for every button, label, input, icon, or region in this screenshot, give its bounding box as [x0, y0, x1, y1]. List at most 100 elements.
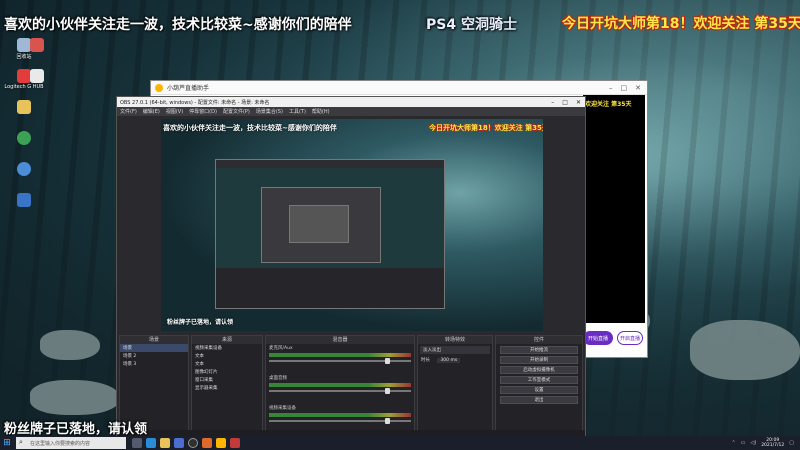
- source-item[interactable]: 显示器采集: [192, 384, 262, 392]
- desktop-icon-app[interactable]: [0, 129, 48, 160]
- task-view-icon[interactable]: [132, 438, 142, 448]
- start-live-button[interactable]: 开始直播: [583, 331, 613, 345]
- duration-input[interactable]: 300 ms: [437, 358, 461, 363]
- volume-knob[interactable]: [385, 418, 391, 424]
- start-streaming-button[interactable]: 开始推流: [500, 346, 578, 354]
- taskbar: ⊞ ⌕ 在这里输入你要搜索的内容 ⌃ ▭ ◁) 20:09 2021/7/12 …: [0, 436, 800, 450]
- app-icon: [30, 69, 44, 83]
- close-icon[interactable]: ✕: [635, 84, 641, 92]
- minimize-icon[interactable]: –: [609, 84, 613, 92]
- volume-slider[interactable]: [269, 418, 411, 424]
- transitions-dock: 转场特效 淡入淡出 时长 300 ms: [417, 335, 493, 437]
- settings-button[interactable]: 设置: [500, 386, 578, 394]
- stream-overlay-game-title: PS4 空洞骑士: [426, 17, 517, 33]
- maximize-icon[interactable]: □: [621, 84, 628, 92]
- audio-mixer-dock: 混音器 麦克风/Aux 桌面音频 视频采集设备: [265, 335, 415, 437]
- menu-item-scene-collection[interactable]: 场景集合(S): [256, 108, 283, 115]
- assistant-title: 小葫芦直播助手: [167, 85, 210, 92]
- source-item[interactable]: 视频采集设备: [192, 344, 262, 352]
- taskbar-clock[interactable]: 20:09 2021/7/12: [761, 438, 784, 448]
- app-icon: [30, 38, 44, 52]
- sources-dock-title: 来源: [192, 336, 262, 344]
- menu-item-edit[interactable]: 编辑(E): [143, 108, 160, 115]
- assistant-preview-text: 欢迎关注 第35天: [585, 101, 632, 108]
- desktop-icons-column-2: [26, 36, 48, 98]
- open-live-button[interactable]: 开启直播: [617, 331, 643, 345]
- desktop-icon-folder[interactable]: [0, 98, 48, 129]
- maximize-icon[interactable]: □: [562, 99, 568, 106]
- obs-preview-canvas[interactable]: 喜欢的小伙伴关注走一波，技术比较菜~感谢你们的陪伴 今日开坑大师第18！欢迎关注…: [161, 119, 543, 331]
- edge-icon[interactable]: [146, 438, 156, 448]
- app-icon[interactable]: [202, 438, 212, 448]
- desktop-icon-app[interactable]: [0, 191, 48, 222]
- sources-dock: 来源 视频采集设备 文本 文本 图像幻灯片 窗口采集 显示器采集: [191, 335, 263, 437]
- virtual-camera-button[interactable]: 启动虚拟摄像机: [500, 366, 578, 374]
- stream-overlay-top-left: 喜欢的小伙伴关注走一波，技术比较菜~感谢你们的陪伴: [4, 17, 352, 33]
- preview-overlay-top-left: 喜欢的小伙伴关注走一波，技术比较菜~感谢你们的陪伴: [163, 124, 337, 132]
- scenes-dock-title: 场景: [120, 336, 188, 344]
- volume-knob[interactable]: [385, 388, 391, 394]
- assistant-preview: 欢迎关注 第35天: [583, 95, 645, 323]
- transition-select[interactable]: 淡入淡出: [420, 346, 490, 354]
- start-recording-button[interactable]: 开始录制: [500, 356, 578, 364]
- menu-item-profile[interactable]: 配置文件(P): [223, 108, 250, 115]
- volume-icon[interactable]: ◁): [750, 440, 756, 446]
- scene-item[interactable]: 场景 3: [120, 360, 188, 368]
- menu-item-docks[interactable]: 停靠窗口(D): [189, 108, 217, 115]
- mixer-dock-title: 混音器: [266, 336, 414, 344]
- controls-dock: 控件 开始推流 开始录制 启动虚拟摄像机 工作室模式 设置 退出: [495, 335, 583, 437]
- desktop-icon-app[interactable]: [26, 36, 48, 67]
- menu-item-tools[interactable]: 工具(T): [289, 108, 306, 115]
- obs-docks: 场景 场景 场景 2 场景 3 来源 视频采集设备 文本 文本 图像幻灯片 窗口…: [117, 333, 585, 439]
- scene-item[interactable]: 场景 2: [120, 352, 188, 360]
- folder-icon: [17, 100, 31, 114]
- wallpaper-rock: [30, 380, 120, 415]
- app-icon[interactable]: [230, 438, 240, 448]
- taskbar-apps: [132, 438, 240, 448]
- scene-item[interactable]: 场景: [120, 344, 188, 352]
- preview-overlay-top-right: 今日开坑大师第18！欢迎关注 第35天: [429, 124, 543, 132]
- volume-slider[interactable]: [269, 358, 411, 364]
- source-item[interactable]: 文本: [192, 352, 262, 360]
- menu-item-view[interactable]: 视图(V): [166, 108, 183, 115]
- notification-icon[interactable]: ▢: [789, 440, 794, 446]
- tray-chevron-icon[interactable]: ⌃: [731, 440, 735, 446]
- taskbar-search-input[interactable]: ⌕ 在这里输入你要搜索的内容: [16, 437, 126, 449]
- close-icon[interactable]: ✕: [576, 99, 581, 106]
- duration-row: 时长 300 ms: [418, 356, 492, 364]
- menu-item-file[interactable]: 文件(F): [120, 108, 137, 115]
- volume-meter: [269, 353, 411, 357]
- exit-button[interactable]: 退出: [500, 396, 578, 404]
- app-icon: [17, 162, 31, 176]
- volume-knob[interactable]: [385, 358, 391, 364]
- source-item[interactable]: 图像幻灯片: [192, 368, 262, 376]
- nested-preview-3: [289, 205, 349, 243]
- controls-dock-title: 控件: [496, 336, 582, 344]
- store-icon[interactable]: [174, 438, 184, 448]
- transitions-dock-title: 转场特效: [418, 336, 492, 344]
- app-icon: [17, 193, 31, 207]
- stream-overlay-top-right: 今日开坑大师第18！欢迎关注 第35天: [562, 16, 800, 32]
- wallpaper-rock: [40, 330, 100, 360]
- mixer-channel-name: 桌面音频: [269, 376, 287, 381]
- search-icon: ⌕: [19, 438, 23, 446]
- source-item[interactable]: 窗口采集: [192, 376, 262, 384]
- network-icon[interactable]: ▭: [741, 440, 746, 446]
- windows-start-icon[interactable]: ⊞: [0, 436, 14, 450]
- nested-docks: [216, 268, 444, 308]
- studio-mode-button[interactable]: 工作室模式: [500, 376, 578, 384]
- app-icon[interactable]: [216, 438, 226, 448]
- source-item[interactable]: 文本: [192, 360, 262, 368]
- volume-slider[interactable]: [269, 388, 411, 394]
- assistant-logo-icon: [155, 83, 163, 92]
- minimize-icon[interactable]: –: [551, 99, 554, 106]
- obs-menubar: 文件(F) 编辑(E) 视图(V) 停靠窗口(D) 配置文件(P) 场景集合(S…: [117, 107, 585, 116]
- desktop-icon-app[interactable]: [26, 67, 48, 98]
- app-icon: [17, 131, 31, 145]
- mixer-channel-name: 视频采集设备: [269, 406, 296, 411]
- file-explorer-icon[interactable]: [160, 438, 170, 448]
- menu-item-help[interactable]: 帮助(H): [312, 108, 330, 115]
- desktop-icon-app[interactable]: [0, 160, 48, 191]
- obs-window: OBS 27.0.1 (64-bit, windows) - 配置文件: 未命名…: [116, 96, 586, 438]
- obs-app-icon[interactable]: [188, 438, 198, 448]
